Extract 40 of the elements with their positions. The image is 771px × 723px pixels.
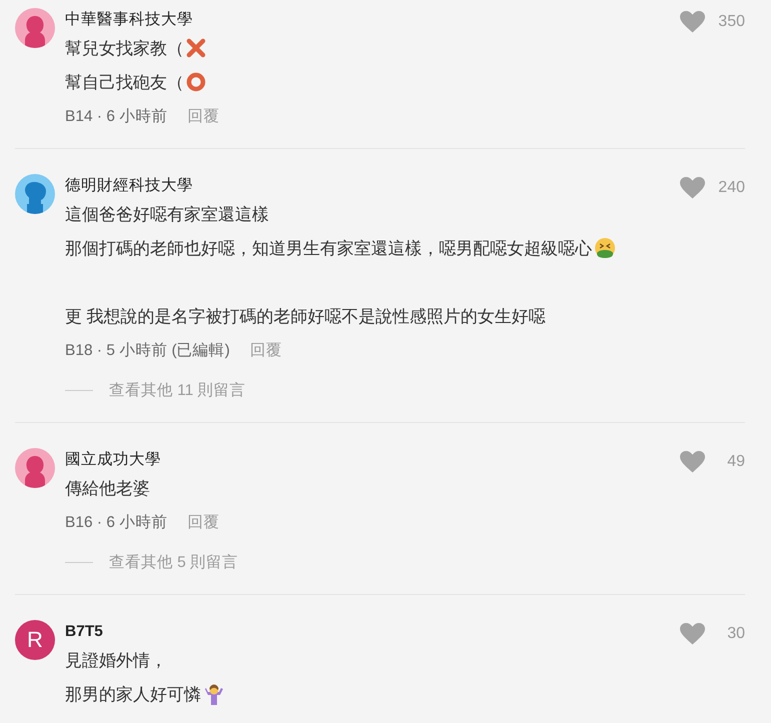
avatar [15,8,55,48]
comment-meta: B18 · 5 小時前 (已編輯) [65,340,230,360]
more-replies-link[interactable]: 查看其他 11 則留言 [109,380,246,400]
author-name: 國立成功大學 [65,450,162,470]
more-replies-link[interactable]: 查看其他 5 則留言 [109,552,238,572]
author-name: B7T5 [65,622,104,642]
like-count: 49 [726,453,745,471]
reply-link[interactable]: 回覆 [187,512,220,532]
like-button[interactable] [680,623,705,645]
heart-icon [680,451,705,473]
comment-meta: B16 · 6 小時前 [65,512,168,532]
shrugging-person-icon [203,683,225,705]
like-button[interactable] [680,177,705,199]
heart-icon [680,623,705,645]
nauseated-face-icon [594,237,616,259]
comment-text: 幫兒女找家教（ [65,38,184,60]
like-count: 350 [717,13,745,31]
comment-text: 幫自己找砲友（ [65,72,184,94]
like-button[interactable] [680,451,705,473]
avatar: R [15,620,55,660]
like-button[interactable] [680,11,705,33]
avatar [15,448,55,488]
cross-mark-icon [186,38,206,58]
reply-link[interactable]: 回覆 [250,340,282,360]
comment-text: 那個打碼的老師也好噁，知道男生有家室還這樣，噁男配噁女超級噁心 [65,238,592,260]
circle-icon [186,72,206,92]
author-name: 德明財經科技大學 [65,176,194,196]
like-count: 30 [726,625,745,643]
reply-link[interactable]: 回覆 [187,106,220,126]
comment-text: 見證婚外情， [65,650,167,672]
comment-text: 更 我想說的是名字被打碼的老師好噁不是說性感照片的女生好噁 [65,306,546,328]
heart-icon [680,11,705,33]
heart-icon [680,177,705,199]
comment-text: 這個爸爸好噁有家室還這樣 [65,204,269,226]
comment-text: 傳給他老婆 [65,478,150,500]
like-count: 240 [717,179,745,197]
author-name: 中華醫事科技大學 [65,10,194,30]
comment-meta: B14 · 6 小時前 [65,106,168,126]
comment-text: 那男的家人好可憐 [65,684,201,706]
avatar [15,174,55,214]
